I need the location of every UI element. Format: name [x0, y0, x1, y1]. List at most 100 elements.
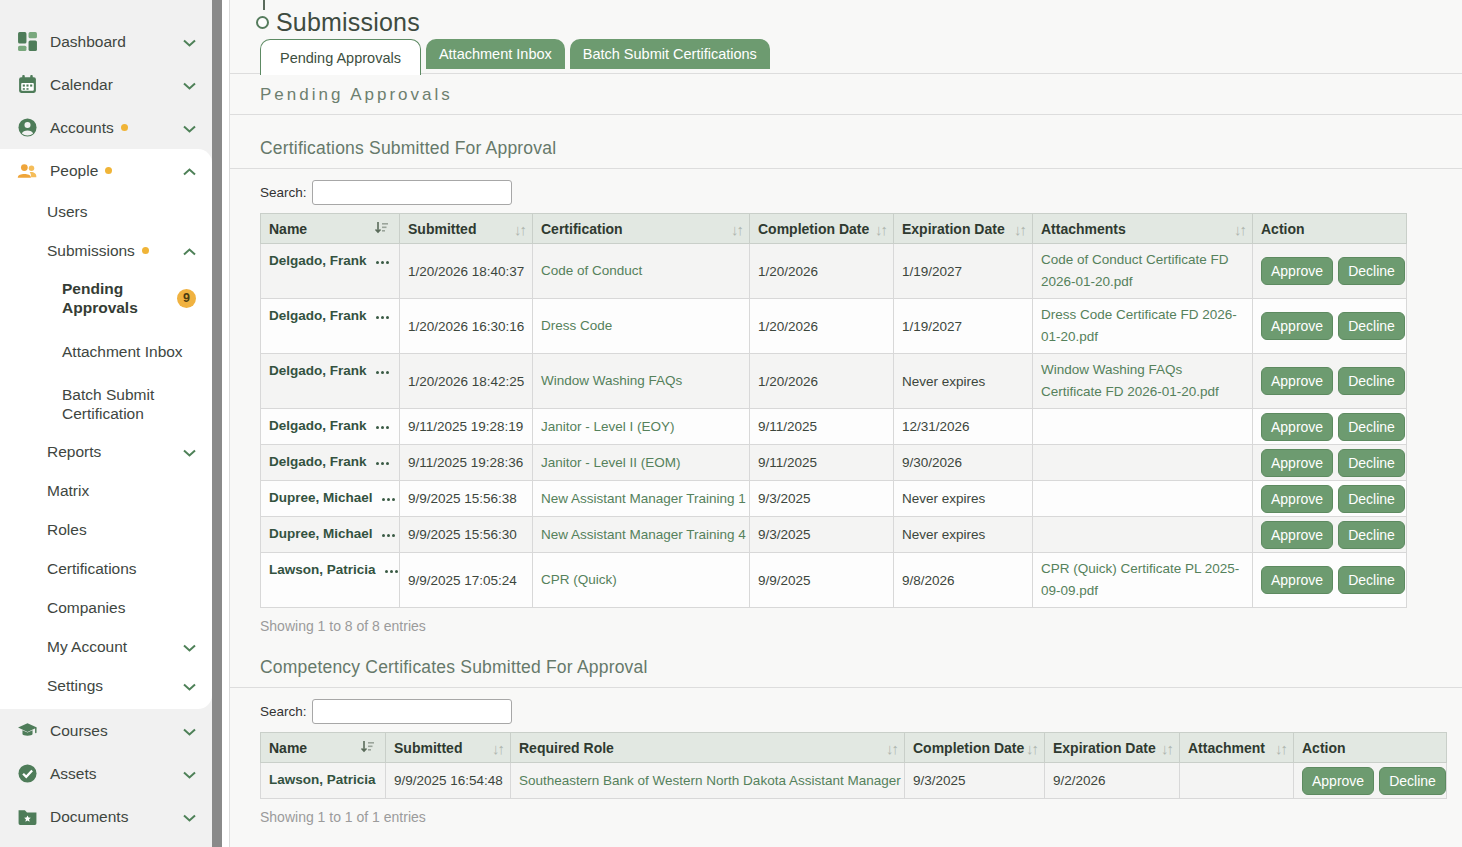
sidebar-item-courses[interactable]: Courses — [0, 709, 212, 752]
approve-button[interactable]: Approve — [1261, 257, 1333, 285]
certification-link[interactable]: New Assistant Manager Training 4 — [541, 527, 746, 542]
search-input[interactable] — [312, 699, 512, 724]
column-header-completion-date[interactable]: Completion Date↓↑ — [905, 733, 1045, 763]
section-title: Pending Approvals — [260, 85, 1462, 105]
approve-button[interactable]: Approve — [1261, 413, 1333, 441]
column-header-name[interactable]: Name — [261, 733, 386, 763]
attachment-link[interactable]: Dress Code Certificate FD 2026-01-20.pdf — [1041, 307, 1237, 344]
decline-button[interactable]: Decline — [1379, 767, 1446, 795]
approve-button[interactable]: Approve — [1261, 485, 1333, 513]
sidebar-item-batch-submit-certification[interactable]: Batch Submit Certification — [0, 376, 212, 432]
decline-button[interactable]: Decline — [1338, 566, 1405, 594]
approve-button[interactable]: Approve — [1261, 566, 1333, 594]
approve-button[interactable]: Approve — [1261, 367, 1333, 395]
sidebar-item-people[interactable]: People — [0, 149, 212, 192]
sidebar-scrollbar[interactable] — [212, 0, 222, 847]
decline-button[interactable]: Decline — [1338, 521, 1405, 549]
expiration-date-cell: 1/19/2027 — [894, 299, 1033, 354]
chevron-down-icon — [183, 765, 196, 783]
submitted-cell: 9/11/2025 19:28:19 — [400, 409, 533, 445]
submitted-cell: 9/11/2025 19:28:36 — [400, 445, 533, 481]
tab-attachment-inbox[interactable]: Attachment Inbox — [426, 39, 565, 69]
sidebar-item-documents[interactable]: Documents — [0, 795, 212, 838]
row-menu-icon[interactable] — [376, 462, 389, 465]
attachment-link[interactable]: Code of Conduct Certificate FD 2026-01-2… — [1041, 252, 1229, 289]
name-cell: Delgado, Frank — [261, 409, 400, 445]
required-role-link[interactable]: Southeastern Bank of Western North Dakot… — [519, 773, 901, 788]
sidebar-item-matrix[interactable]: Matrix — [0, 471, 212, 510]
approve-button[interactable]: Approve — [1261, 312, 1333, 340]
sidebar-item-my-account[interactable]: My Account — [0, 627, 212, 666]
completion-date-cell: 9/3/2025 — [750, 481, 894, 517]
certification-link[interactable]: CPR (Quick) — [541, 572, 617, 587]
sidebar-item-roles[interactable]: Roles — [0, 510, 212, 549]
column-header-expiration-date[interactable]: Expiration Date↓↑ — [894, 214, 1033, 244]
approve-button[interactable]: Approve — [1261, 521, 1333, 549]
certification-link[interactable]: Window Washing FAQs — [541, 373, 682, 388]
certification-link[interactable]: Janitor - Level I (EOY) — [541, 419, 675, 434]
action-cell: ApproveDecline — [1253, 244, 1407, 299]
notification-dot — [105, 167, 112, 174]
sidebar-item-assets[interactable]: Assets — [0, 752, 212, 795]
decline-button[interactable]: Decline — [1338, 413, 1405, 441]
sidebar-item-dashboard[interactable]: Dashboard — [0, 20, 212, 63]
row-menu-icon[interactable] — [385, 570, 398, 573]
sidebar-item-users[interactable]: Users — [0, 192, 212, 231]
sidebar-item-attachment-inbox[interactable]: Attachment Inbox — [0, 326, 212, 376]
sidebar-item-pending-approvals[interactable]: Pending Approvals9 — [0, 270, 212, 326]
sidebar-item-submissions[interactable]: Submissions — [0, 231, 212, 270]
expiration-date-cell: Never expires — [894, 354, 1033, 409]
sidebar-item-accounts[interactable]: Accounts — [0, 106, 212, 149]
sort-icon: ↓↑ — [1026, 739, 1037, 756]
column-header-attachments[interactable]: Attachments↓↑ — [1033, 214, 1253, 244]
sidebar-item-label: Users — [47, 202, 87, 221]
decline-button[interactable]: Decline — [1338, 449, 1405, 477]
row-menu-icon[interactable] — [382, 534, 395, 537]
sidebar-item-companies[interactable]: Companies — [0, 588, 212, 627]
column-header-expiration-date[interactable]: Expiration Date↓↑ — [1045, 733, 1180, 763]
attachment-cell — [1180, 763, 1294, 799]
completion-date-cell: 1/20/2026 — [750, 354, 894, 409]
column-header-certification[interactable]: Certification↓↑ — [533, 214, 750, 244]
row-menu-icon[interactable] — [376, 316, 389, 319]
tab-pending-approvals[interactable]: Pending Approvals — [260, 39, 421, 75]
certification-cell: New Assistant Manager Training 1 — [533, 481, 750, 517]
column-header-attachment[interactable]: Attachment↓↑ — [1180, 733, 1294, 763]
certification-link[interactable]: Janitor - Level II (EOM) — [541, 455, 681, 470]
decline-button[interactable]: Decline — [1338, 257, 1405, 285]
name-cell: Delgado, Frank — [261, 445, 400, 481]
search-input[interactable] — [312, 180, 512, 205]
sidebar-item-certifications[interactable]: Certifications — [0, 549, 212, 588]
row-menu-icon[interactable] — [376, 426, 389, 429]
decline-button[interactable]: Decline — [1338, 312, 1405, 340]
certification-link[interactable]: Dress Code — [541, 318, 612, 333]
row-menu-icon[interactable] — [382, 498, 395, 501]
approve-button[interactable]: Approve — [1261, 449, 1333, 477]
column-header-required-role[interactable]: Required Role↓↑ — [511, 733, 905, 763]
sidebar-item-label: Settings — [47, 676, 103, 695]
row-menu-icon[interactable] — [376, 261, 389, 264]
attachment-link[interactable]: Window Washing FAQs Certificate FD 2026-… — [1041, 362, 1219, 399]
sidebar-item-label: My Account — [47, 637, 127, 656]
sidebar-item-reports[interactable]: Reports — [0, 432, 212, 471]
sidebar-item-settings[interactable]: Settings — [0, 666, 212, 705]
approve-button[interactable]: Approve — [1302, 767, 1374, 795]
certification-link[interactable]: New Assistant Manager Training 1 — [541, 491, 746, 506]
column-header-completion-date[interactable]: Completion Date↓↑ — [750, 214, 894, 244]
column-header-submitted[interactable]: Submitted↓↑ — [400, 214, 533, 244]
courses-icon — [17, 720, 38, 741]
tab-batch-submit-certifications[interactable]: Batch Submit Certifications — [570, 39, 770, 69]
column-header-submitted[interactable]: Submitted↓↑ — [386, 733, 511, 763]
certification-link[interactable]: Code of Conduct — [541, 263, 642, 278]
sort-icon: ↓↑ — [492, 739, 503, 756]
decline-button[interactable]: Decline — [1338, 367, 1405, 395]
sorted-asc-icon — [374, 221, 389, 237]
chevron-down-icon — [183, 442, 196, 461]
row-menu-icon[interactable] — [376, 371, 389, 374]
attachment-link[interactable]: CPR (Quick) Certificate PL 2025-09-09.pd… — [1041, 561, 1239, 598]
decline-button[interactable]: Decline — [1338, 485, 1405, 513]
sidebar-item-calendar[interactable]: Calendar — [0, 63, 212, 106]
competency-heading-block: Competency Certificates Submitted For Ap… — [230, 657, 1462, 688]
competency-search: Search: — [260, 699, 1462, 724]
column-header-name[interactable]: Name — [261, 214, 400, 244]
